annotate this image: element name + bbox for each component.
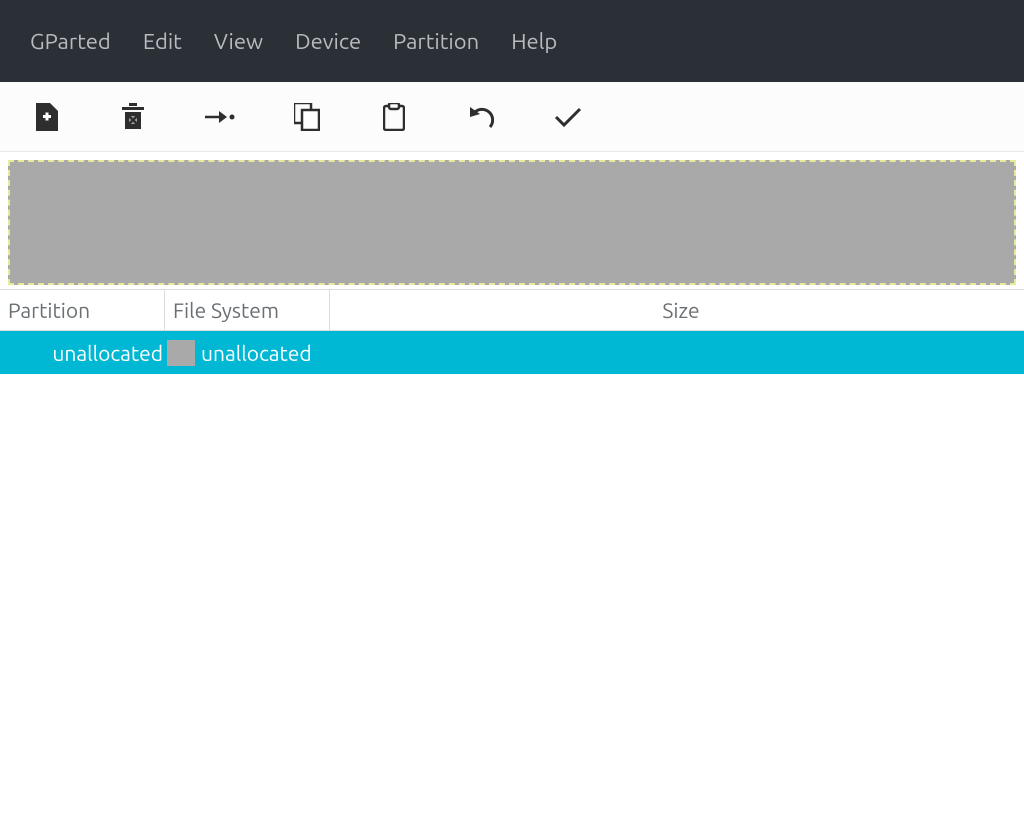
menu-view[interactable]: View — [198, 23, 279, 60]
menubar: GParted Edit View Device Partition Help — [0, 0, 1024, 82]
menu-gparted[interactable]: GParted — [14, 23, 127, 60]
column-header-filesystem[interactable]: File System — [165, 290, 330, 330]
copy-icon — [294, 103, 320, 131]
toolbar — [0, 82, 1024, 152]
file-plus-icon — [34, 103, 58, 131]
undo-button[interactable] — [465, 101, 497, 133]
filesystem-label: unallocated — [201, 341, 312, 365]
cell-filesystem: unallocated — [165, 340, 312, 366]
undo-icon — [468, 105, 494, 129]
menu-device[interactable]: Device — [279, 23, 377, 60]
menu-help[interactable]: Help — [495, 23, 573, 60]
copy-button[interactable] — [291, 101, 323, 133]
apply-button[interactable] — [552, 101, 584, 133]
cell-partition-name: unallocated — [0, 341, 165, 365]
resize-move-button[interactable] — [204, 101, 236, 133]
clipboard-icon — [383, 103, 405, 131]
partition-graphic-unallocated[interactable] — [8, 160, 1016, 285]
column-header-size[interactable]: Size — [330, 290, 1024, 330]
filesystem-color-swatch — [167, 340, 195, 366]
trash-icon — [119, 103, 147, 131]
new-partition-button[interactable] — [30, 101, 62, 133]
paste-button[interactable] — [378, 101, 410, 133]
menu-edit[interactable]: Edit — [127, 23, 198, 60]
arrow-right-icon — [205, 107, 235, 127]
column-header-partition[interactable]: Partition — [0, 290, 165, 330]
table-header: Partition File System Size — [0, 289, 1024, 331]
menu-partition[interactable]: Partition — [377, 23, 495, 60]
delete-partition-button[interactable] — [117, 101, 149, 133]
check-icon — [554, 106, 582, 128]
table-row[interactable]: unallocated unallocated — [0, 331, 1024, 374]
